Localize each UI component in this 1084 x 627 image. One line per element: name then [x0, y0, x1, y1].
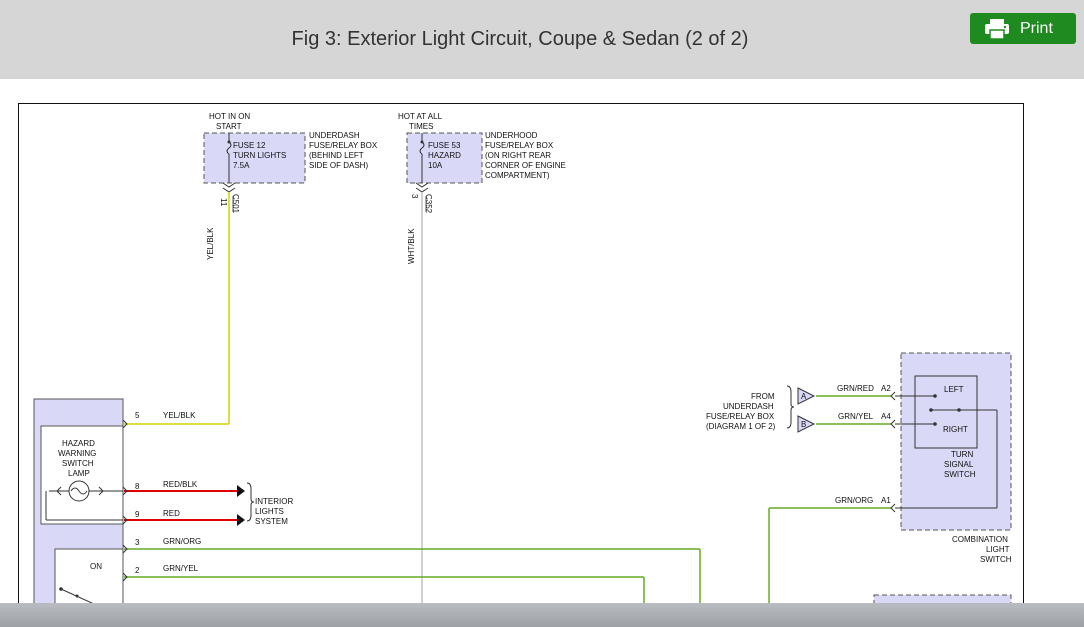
compartment-label: COMPARTMENT) [485, 171, 550, 180]
hot-at-all-label: HOT AT ALL [398, 112, 443, 121]
c501-connector: C501 [231, 194, 240, 214]
diagram-canvas: HOT IN ON START FUSE 12 TURN LIGHTS 7.5A… [33, 112, 1012, 603]
pin-2: 2 [135, 566, 140, 575]
corner-of-engine-label: CORNER OF ENGINE [485, 161, 566, 170]
c352-connector: C352 [424, 194, 433, 214]
hazard-lamp-label-4: LAMP [68, 469, 90, 478]
system-label: SYSTEM [255, 517, 288, 526]
a1-label: A1 [881, 496, 891, 505]
fuse-relay-box-label-2: FUSE/RELAY BOX [485, 141, 554, 150]
signal-label: SIGNAL [944, 460, 974, 469]
printer-icon [984, 19, 1010, 44]
behind-left-label: (BEHIND LEFT [309, 151, 364, 160]
underhood-label: UNDERHOOD [485, 131, 538, 140]
hazard-switch-group: HAZARD WARNING SWITCH LAMP ON 5 8 9 3 2 [33, 398, 201, 603]
c501-pin: 11 [219, 198, 228, 207]
from-underdash-group: FROM UNDERDASH FUSE/RELAY BOX (DIAGRAM 1… [706, 385, 816, 433]
hazard-label: HAZARD [428, 151, 461, 160]
turn-label: TURN [951, 450, 973, 459]
combo-switch-label: SWITCH [980, 555, 1012, 564]
right-label: RIGHT [943, 425, 968, 434]
side-of-dash-label: SIDE OF DASH) [309, 161, 368, 170]
a4-label: A4 [881, 412, 891, 421]
wire-red-blk-label: RED/BLK [163, 480, 198, 489]
pin-8: 8 [135, 482, 140, 491]
start-label: START [216, 122, 242, 131]
hazard-lamp-label-3: SWITCH [62, 459, 94, 468]
pin-5: 5 [135, 411, 140, 420]
c352-pin: 3 [410, 194, 419, 199]
switch-label: SWITCH [944, 470, 976, 479]
pin-3: 3 [135, 538, 140, 547]
fuse-53-label: FUSE 53 [428, 141, 461, 150]
on-label: ON [90, 562, 102, 571]
hot-in-on-label: HOT IN ON [209, 112, 250, 121]
wire-yel-blk-label: YEL/BLK [163, 411, 196, 420]
wire-grn-org-label: GRN/ORG [163, 537, 201, 546]
from-label: FROM [751, 392, 775, 401]
wiring-diagram: HOT IN ON START FUSE 12 TURN LIGHTS 7.5A… [18, 103, 1024, 603]
wht-blk-wire-label: WHT/BLK [407, 228, 416, 264]
interior-label: INTERIOR [255, 497, 293, 506]
light-label: LIGHT [986, 545, 1010, 554]
fuse-relay-box-label-3: FUSE/RELAY BOX [706, 412, 775, 421]
hazard-lamp-label-1: HAZARD [62, 439, 95, 448]
fuse-53-group: HOT AT ALL TIMES FUSE 53 HAZARD 10A UNDE… [398, 112, 566, 264]
conn-a-label: A [801, 392, 807, 401]
fuse-12-group: HOT IN ON START FUSE 12 TURN LIGHTS 7.5A… [203, 112, 378, 260]
pin-9: 9 [135, 510, 140, 519]
fuse-53-rating: 10A [428, 161, 443, 170]
fuse-relay-box-label: FUSE/RELAY BOX [309, 141, 378, 150]
bottom-bar [0, 603, 1084, 627]
combination-switch-group: GRN/RED A2 GRN/YEL A4 GRN/ORG A1 LEFT RI… [835, 352, 1012, 603]
underdash-label: UNDERDASH [309, 131, 360, 140]
page-title: Fig 3: Exterior Light Circuit, Coupe & S… [291, 28, 749, 50]
fuse-12-rating: 7.5A [233, 161, 250, 170]
diagram-1-of-2-label: (DIAGRAM 1 OF 2) [706, 422, 776, 431]
grn-yel-label: GRN/YEL [838, 412, 874, 421]
lower-component-box [873, 594, 1012, 603]
yel-blk-wire-label: YEL/BLK [206, 227, 215, 260]
grn-org-a1-label: GRN/ORG [835, 496, 873, 505]
lights-label: LIGHTS [255, 507, 284, 516]
a2-label: A2 [881, 384, 891, 393]
interior-lights-group: INTERIOR LIGHTS SYSTEM [246, 482, 293, 526]
combination-label: COMBINATION [952, 535, 1008, 544]
conn-b-label: B [801, 420, 806, 429]
on-right-rear-label: (ON RIGHT REAR [485, 151, 551, 160]
grn-red-label: GRN/RED [837, 384, 874, 393]
left-label: LEFT [944, 385, 964, 394]
print-button[interactable]: Print [970, 13, 1076, 44]
print-button-label: Print [1020, 20, 1053, 37]
wire-grn-yel-label: GRN/YEL [163, 564, 199, 573]
hazard-lamp-label-2: WARNING [58, 449, 96, 458]
underdash-label-2: UNDERDASH [723, 402, 774, 411]
turn-lights-label: TURN LIGHTS [233, 151, 286, 160]
wire-red-label: RED [163, 509, 180, 518]
fuse-12-label: FUSE 12 [233, 141, 266, 150]
times-label: TIMES [409, 122, 433, 131]
header-bar: Fig 3: Exterior Light Circuit, Coupe & S… [0, 0, 1084, 79]
